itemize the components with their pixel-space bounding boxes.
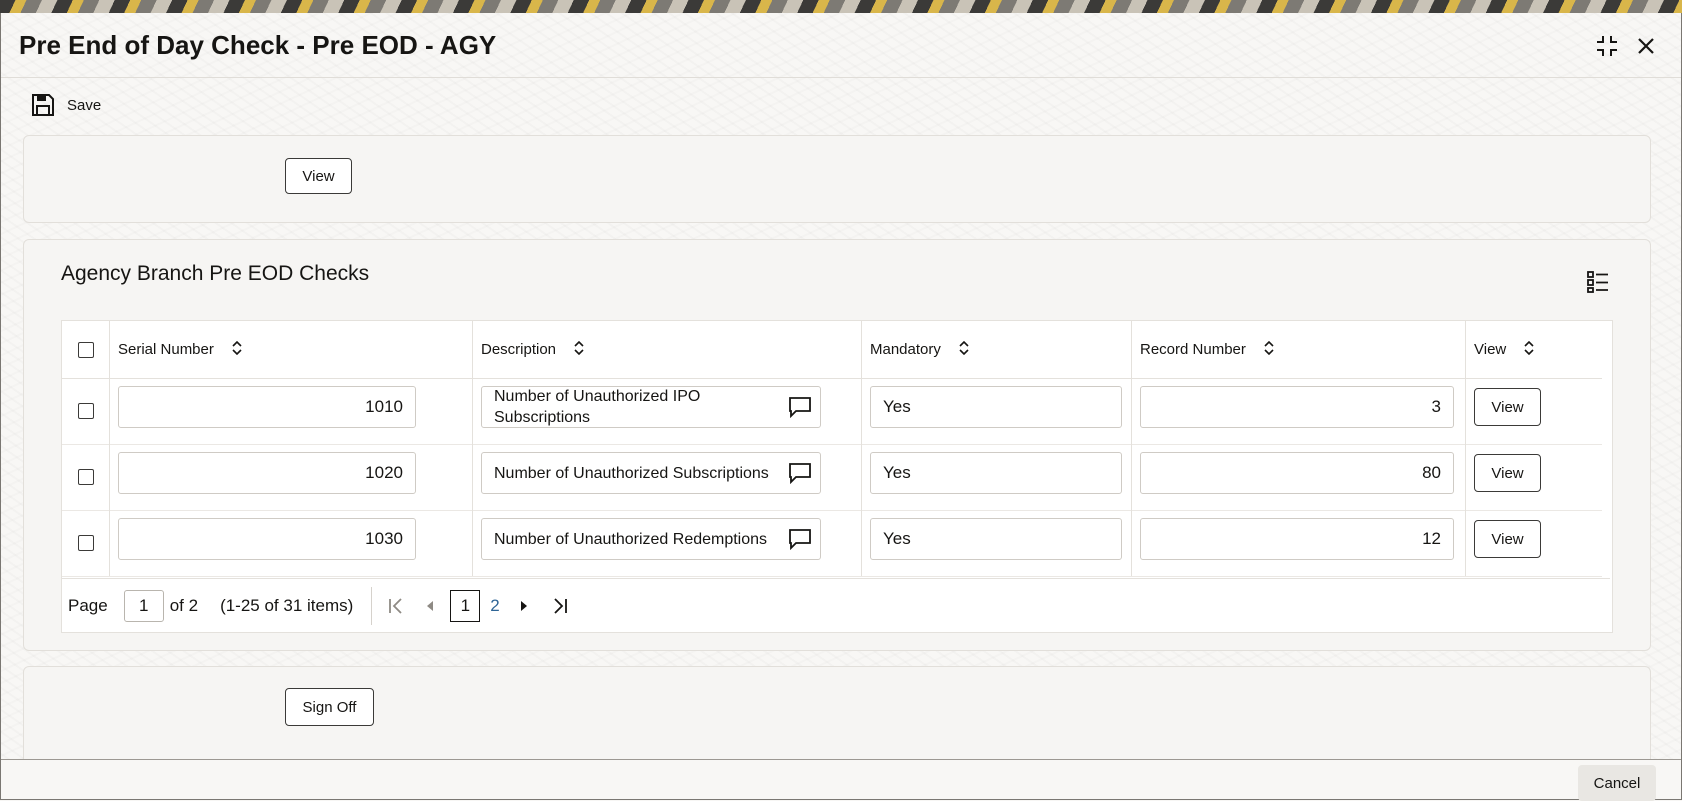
sort-icon[interactable]	[232, 340, 242, 359]
row-select-cell	[62, 444, 110, 510]
comment-icon[interactable]	[788, 528, 812, 556]
sort-icon[interactable]	[1264, 340, 1274, 359]
view-cell: View	[1466, 444, 1602, 510]
first-page-icon[interactable]	[386, 596, 406, 616]
description-cell: Number of Unauthorized Redemptions	[473, 510, 862, 576]
save-button[interactable]: Save	[31, 93, 101, 117]
view-button[interactable]: View	[285, 158, 352, 194]
row-select-cell	[62, 510, 110, 576]
pagination-bar: Page 1 of 2 (1-25 of 31 items) 1 2	[62, 578, 1610, 632]
comment-icon[interactable]	[788, 462, 812, 490]
window-title: Pre End of Day Check - Pre EOD - AGY	[19, 30, 497, 60]
page-label: Page	[68, 595, 108, 615]
description-cell: Number of Unauthorized Subscriptions	[473, 444, 862, 510]
description-text: Number of Unauthorized IPO Subscriptions	[494, 388, 701, 426]
select-all-checkbox[interactable]	[77, 341, 94, 358]
last-page-icon[interactable]	[550, 596, 570, 616]
serial-cell: 1020	[110, 444, 473, 510]
page-number-input[interactable]: 1	[123, 589, 164, 622]
sign-off-panel: Sign Off	[23, 666, 1651, 768]
table-row: 1020 Number of Unauthorized Subscription…	[62, 444, 1602, 511]
sign-off-button[interactable]: Sign Off	[285, 688, 374, 726]
mandatory-field[interactable]: Yes	[870, 518, 1122, 560]
record-number-field[interactable]: 12	[1140, 518, 1454, 560]
record-number-field[interactable]: 3	[1140, 386, 1454, 428]
header-label: Description	[481, 341, 557, 358]
row-checkbox[interactable]	[78, 535, 94, 551]
sort-icon[interactable]	[959, 340, 969, 359]
mandatory-field[interactable]: Yes	[870, 452, 1122, 494]
row-checkbox[interactable]	[78, 403, 94, 419]
table-row: 1010 Number of Unauthorized IPO Subscrip…	[62, 378, 1602, 445]
header-mandatory[interactable]: Mandatory	[862, 321, 1132, 378]
mandatory-field[interactable]: Yes	[870, 386, 1122, 428]
save-icon	[32, 94, 54, 116]
select-all-cell	[62, 321, 110, 378]
checks-table: Serial Number Description Mandatory Reco…	[61, 320, 1613, 633]
dialog-window: Pre End of Day Check - Pre EOD - AGY Sav…	[0, 13, 1682, 801]
description-field[interactable]: Number of Unauthorized Subscriptions	[481, 452, 821, 494]
row-select-cell	[62, 378, 110, 444]
description-text: Number of Unauthorized Subscriptions	[494, 464, 769, 482]
row-checkbox[interactable]	[78, 469, 94, 485]
serial-number-field[interactable]: 1010	[118, 386, 416, 428]
record-cell: 12	[1132, 510, 1466, 576]
title-divider	[1, 77, 1681, 78]
row-view-button[interactable]: View	[1474, 454, 1541, 492]
items-range-label: (1-25 of 31 items)	[220, 595, 354, 615]
next-page-icon[interactable]	[518, 598, 530, 614]
serial-cell: 1010	[110, 378, 473, 444]
record-cell: 3	[1132, 378, 1466, 444]
window-top-banner	[0, 0, 1682, 14]
serial-number-field[interactable]: 1030	[118, 518, 416, 560]
view-cell: View	[1466, 510, 1602, 576]
view-cell: View	[1466, 378, 1602, 444]
page-2-button[interactable]: 2	[490, 596, 499, 616]
cancel-button[interactable]: Cancel	[1578, 765, 1656, 801]
previous-page-icon[interactable]	[424, 598, 436, 614]
serial-cell: 1030	[110, 510, 473, 576]
page-1-button[interactable]: 1	[450, 589, 481, 622]
description-text: Number of Unauthorized Redemptions	[494, 530, 768, 548]
column-settings-icon[interactable]	[1586, 270, 1610, 299]
pager-divider	[371, 586, 373, 625]
footer-bar	[1, 760, 1681, 799]
record-cell: 80	[1132, 444, 1466, 510]
close-icon[interactable]	[1633, 33, 1659, 59]
description-field[interactable]: Number of Unauthorized IPO Subscriptions	[481, 386, 821, 428]
checks-panel: Agency Branch Pre EOD Checks Serial Numb…	[23, 239, 1651, 651]
header-label: Serial Number	[118, 341, 214, 358]
row-view-button[interactable]: View	[1474, 388, 1541, 426]
row-view-button[interactable]: View	[1474, 520, 1541, 558]
sort-icon[interactable]	[574, 340, 584, 359]
header-description[interactable]: Description	[473, 321, 862, 378]
comment-icon[interactable]	[788, 396, 812, 424]
mandatory-cell: Yes	[862, 378, 1132, 444]
page-count-label: of 2	[169, 595, 199, 615]
record-number-field[interactable]: 80	[1140, 452, 1454, 494]
section-title: Agency Branch Pre EOD Checks	[61, 262, 370, 285]
serial-number-field[interactable]: 1020	[118, 452, 416, 494]
minimize-icon[interactable]	[1594, 33, 1620, 59]
header-label: Mandatory	[870, 341, 941, 358]
header-label: Record Number	[1140, 341, 1246, 358]
query-panel: View	[23, 135, 1651, 223]
header-record-number[interactable]: Record Number	[1132, 321, 1466, 378]
save-label: Save	[67, 96, 102, 114]
mandatory-cell: Yes	[862, 510, 1132, 576]
mandatory-cell: Yes	[862, 444, 1132, 510]
header-label: View	[1474, 341, 1507, 358]
table-row: 1030 Number of Unauthorized Redemptions …	[62, 510, 1602, 577]
table-header: Serial Number Description Mandatory Reco…	[62, 321, 1602, 379]
sort-icon[interactable]	[1524, 340, 1534, 359]
header-serial-number[interactable]: Serial Number	[110, 321, 473, 378]
description-field[interactable]: Number of Unauthorized Redemptions	[481, 518, 821, 560]
header-view[interactable]: View	[1466, 321, 1602, 378]
description-cell: Number of Unauthorized IPO Subscriptions	[473, 378, 862, 444]
